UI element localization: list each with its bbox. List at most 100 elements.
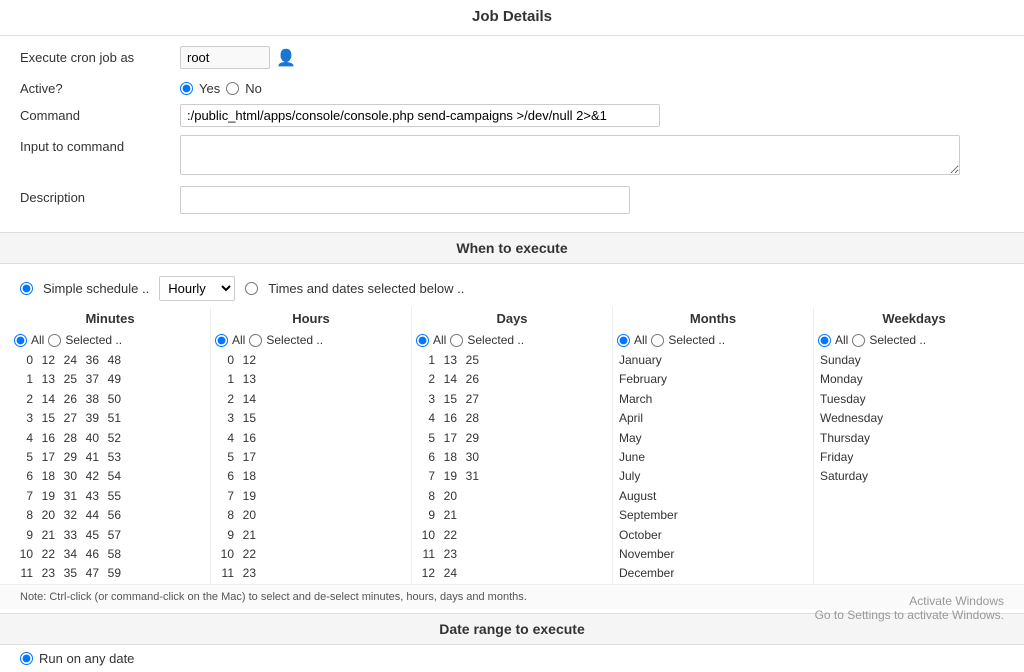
list-item[interactable]: 24 [58, 351, 80, 370]
list-item[interactable]: October [617, 526, 809, 545]
list-item[interactable]: 44 [80, 506, 102, 525]
list-item[interactable]: 42 [80, 467, 102, 486]
list-item[interactable]: 4 [14, 429, 36, 448]
hours-selected-label[interactable]: Selected .. [266, 333, 323, 347]
list-item[interactable]: 49 [102, 370, 124, 389]
list-item[interactable]: 47 [80, 564, 102, 583]
list-item[interactable]: 14 [36, 390, 58, 409]
execute-input[interactable] [180, 46, 270, 69]
list-item[interactable]: 25 [58, 370, 80, 389]
active-yes-radio[interactable] [180, 82, 193, 95]
list-item[interactable]: 43 [80, 487, 102, 506]
list-item[interactable]: 32 [58, 506, 80, 525]
list-item[interactable]: 39 [80, 409, 102, 428]
list-item[interactable]: 11 [14, 564, 36, 583]
active-yes-label[interactable]: Yes [199, 81, 220, 96]
list-item[interactable]: 1 [14, 370, 36, 389]
list-item[interactable]: 13 [36, 370, 58, 389]
list-item[interactable]: 29 [460, 429, 482, 448]
list-item[interactable]: 14 [237, 390, 259, 409]
list-item[interactable]: 29 [58, 448, 80, 467]
list-item[interactable]: 3 [14, 409, 36, 428]
list-item[interactable]: 16 [438, 409, 460, 428]
list-item[interactable]: 4 [215, 429, 237, 448]
list-item[interactable]: 22 [237, 545, 259, 564]
days-selected-radio[interactable] [450, 334, 463, 347]
list-item[interactable]: 6 [14, 467, 36, 486]
list-item[interactable]: 11 [215, 564, 237, 583]
months-selected-label[interactable]: Selected .. [668, 333, 725, 347]
list-item[interactable]: 33 [58, 526, 80, 545]
days-selected-label[interactable]: Selected .. [467, 333, 524, 347]
list-item[interactable]: 7 [14, 487, 36, 506]
list-item[interactable]: 19 [438, 467, 460, 486]
list-item[interactable]: 40 [80, 429, 102, 448]
list-item[interactable]: 14 [438, 370, 460, 389]
list-item[interactable]: 8 [416, 487, 438, 506]
list-item[interactable]: 26 [460, 370, 482, 389]
list-item[interactable]: 5 [416, 429, 438, 448]
list-item[interactable]: 2 [416, 370, 438, 389]
list-item[interactable]: 23 [36, 564, 58, 583]
list-item[interactable]: 5 [215, 448, 237, 467]
simple-schedule-label[interactable]: Simple schedule .. [43, 281, 149, 296]
list-item[interactable]: 17 [438, 429, 460, 448]
list-item[interactable]: August [617, 487, 809, 506]
list-item[interactable]: 9 [215, 526, 237, 545]
list-item[interactable]: May [617, 429, 809, 448]
list-item[interactable]: 56 [102, 506, 124, 525]
list-item[interactable]: 45 [80, 526, 102, 545]
list-item[interactable]: 4 [416, 409, 438, 428]
list-item[interactable]: 21 [438, 506, 460, 525]
weekdays-selected-label[interactable]: Selected .. [869, 333, 926, 347]
months-all-label[interactable]: All [634, 333, 647, 347]
list-item[interactable]: 50 [102, 390, 124, 409]
list-item[interactable]: 46 [80, 545, 102, 564]
list-item[interactable]: 55 [102, 487, 124, 506]
list-item[interactable]: 26 [58, 390, 80, 409]
list-item[interactable]: 27 [460, 390, 482, 409]
times-dates-radio[interactable] [245, 282, 258, 295]
list-item[interactable]: 20 [438, 487, 460, 506]
list-item[interactable]: April [617, 409, 809, 428]
list-item[interactable]: 7 [215, 487, 237, 506]
list-item[interactable]: December [617, 564, 809, 583]
list-item[interactable]: March [617, 390, 809, 409]
list-item[interactable]: July [617, 467, 809, 486]
list-item[interactable]: 57 [102, 526, 124, 545]
list-item[interactable]: 23 [438, 545, 460, 564]
hours-all-label[interactable]: All [232, 333, 245, 347]
list-item[interactable]: 12 [237, 351, 259, 370]
list-item[interactable]: 16 [36, 429, 58, 448]
minutes-selected-label[interactable]: Selected .. [65, 333, 122, 347]
list-item[interactable]: 48 [102, 351, 124, 370]
list-item[interactable]: 53 [102, 448, 124, 467]
list-item[interactable]: 19 [237, 487, 259, 506]
list-item[interactable]: 2 [14, 390, 36, 409]
list-item[interactable]: 24 [438, 564, 460, 583]
list-item[interactable]: November [617, 545, 809, 564]
list-item[interactable]: 37 [80, 370, 102, 389]
list-item[interactable]: 13 [438, 351, 460, 370]
list-item[interactable]: 1 [416, 351, 438, 370]
times-dates-label[interactable]: Times and dates selected below .. [268, 281, 464, 296]
list-item[interactable]: 9 [416, 506, 438, 525]
list-item[interactable]: 54 [102, 467, 124, 486]
list-item[interactable]: 16 [237, 429, 259, 448]
list-item[interactable]: 1 [215, 370, 237, 389]
command-input[interactable] [180, 104, 660, 127]
list-item[interactable]: 7 [416, 467, 438, 486]
minutes-all-radio[interactable] [14, 334, 27, 347]
list-item[interactable]: Wednesday [818, 409, 1010, 428]
list-item[interactable]: February [617, 370, 809, 389]
list-item[interactable]: 3 [215, 409, 237, 428]
list-item[interactable]: Thursday [818, 429, 1010, 448]
list-item[interactable]: Friday [818, 448, 1010, 467]
input-textarea[interactable] [180, 135, 960, 175]
months-selected-radio[interactable] [651, 334, 664, 347]
list-item[interactable]: 20 [36, 506, 58, 525]
list-item[interactable]: 31 [460, 467, 482, 486]
list-item[interactable]: Tuesday [818, 390, 1010, 409]
months-all-radio[interactable] [617, 334, 630, 347]
list-item[interactable]: 27 [58, 409, 80, 428]
